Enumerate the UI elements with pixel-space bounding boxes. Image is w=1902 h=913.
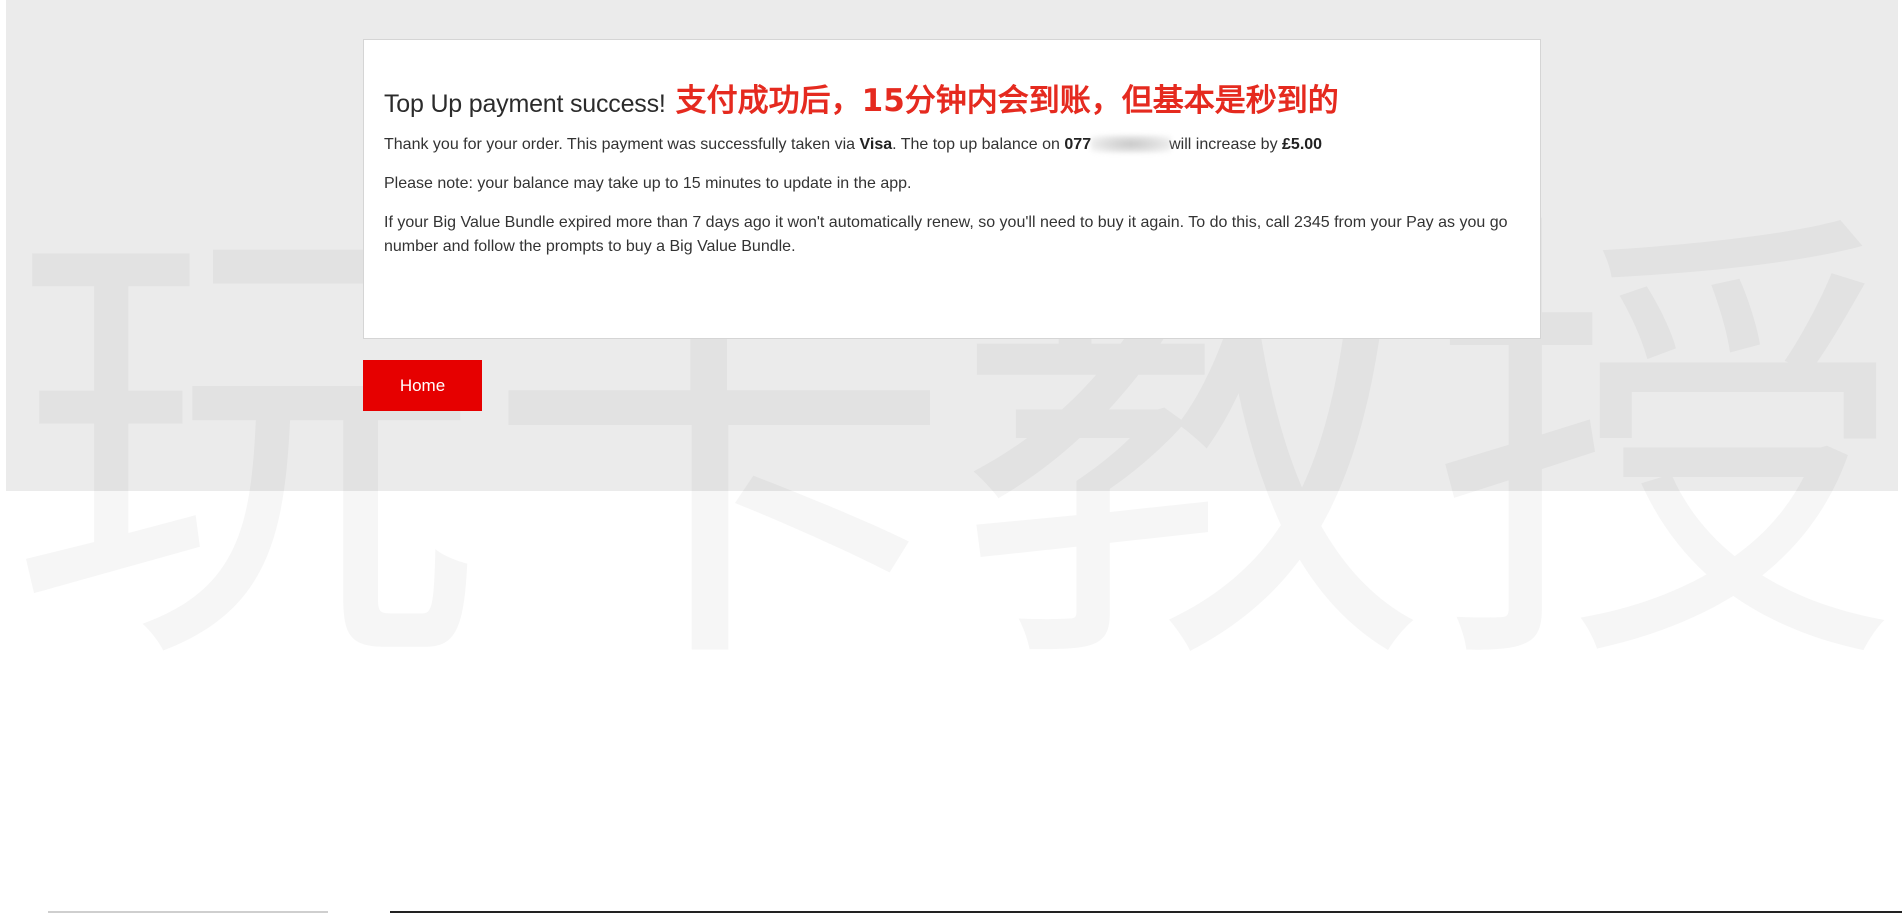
confirmation-card: Top Up payment success! 支付成功后，15分钟内会到账，但… — [363, 39, 1541, 339]
topup-amount: £5.00 — [1282, 136, 1323, 153]
payment-text-prefix: Thank you for your order. This payment w… — [384, 136, 860, 153]
annotation-note: 支付成功后，15分钟内会到账，但基本是秒到的 — [675, 83, 1339, 119]
home-button[interactable]: Home — [363, 360, 482, 411]
phone-number-visible: 077 — [1064, 136, 1092, 153]
payment-text-suffix: will increase by — [1169, 136, 1283, 153]
blurred-redaction-icon — [1091, 135, 1172, 153]
title-row: Top Up payment success! 支付成功后，15分钟内会到账，但… — [384, 76, 1521, 121]
payment-details-paragraph: Thank you for your order. This payment w… — [384, 133, 1521, 157]
page: 玩 卡 教 授 Top Up payment success! 支付成功后，15… — [0, 0, 1902, 913]
bundle-info-paragraph: If your Big Value Bundle expired more th… — [384, 214, 1508, 255]
balance-note-paragraph: Please note: your balance may take up to… — [384, 175, 912, 192]
payment-text-middle: . The top up balance on — [892, 136, 1065, 153]
payment-method: Visa — [859, 136, 893, 153]
page-title: Top Up payment success! — [384, 90, 666, 118]
